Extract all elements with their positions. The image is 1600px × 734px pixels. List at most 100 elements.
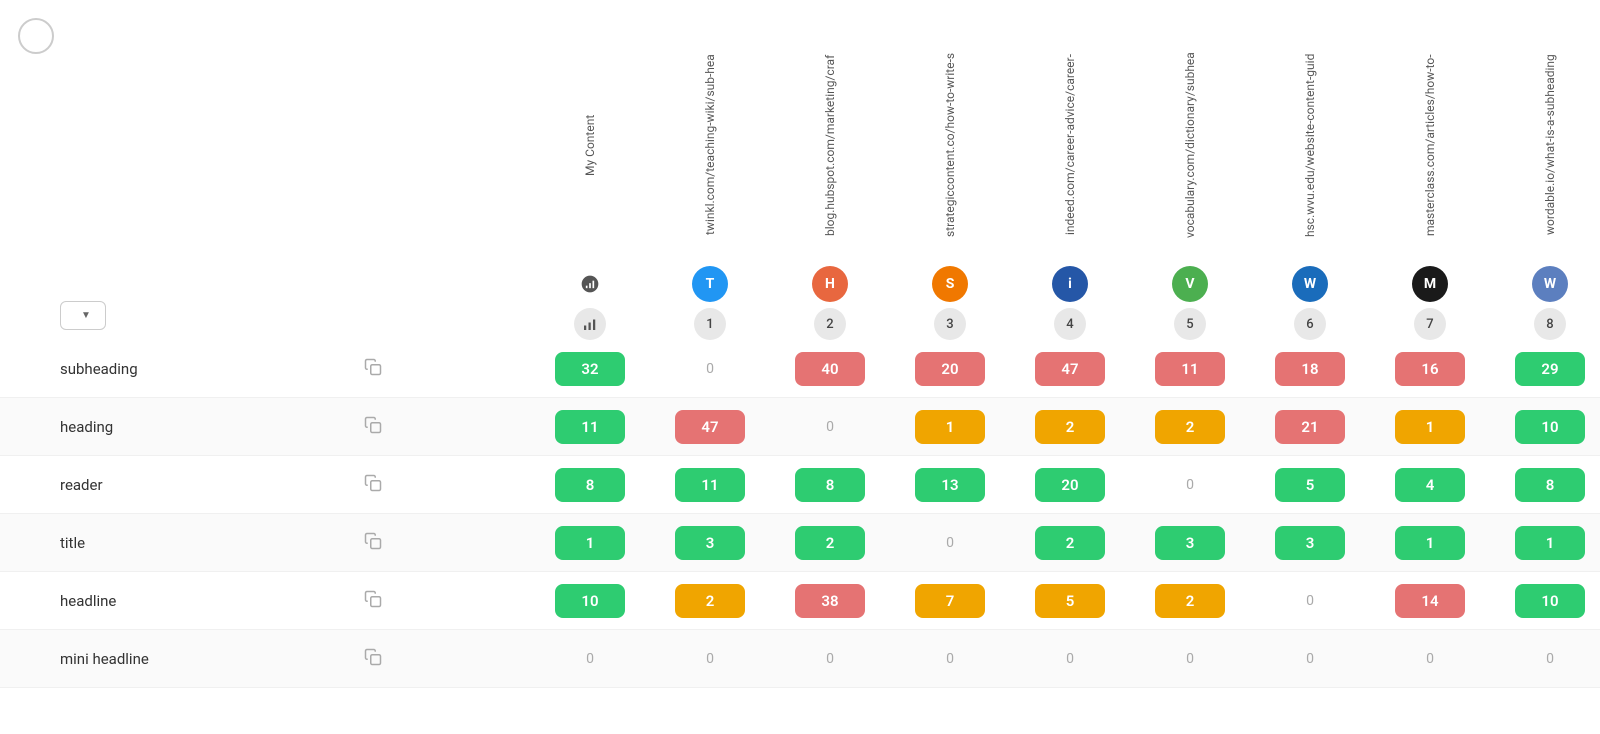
cell-title-0: 1	[530, 522, 650, 564]
column-icon-indeed: i	[1052, 266, 1088, 302]
column-header-strategic: strategiccontent.co/how-to-write-sS3	[890, 16, 1010, 340]
columns-header: My Contenttwinkl.com/teaching-wiki/sub-h…	[390, 0, 1600, 340]
cell-headline-2: 38	[770, 580, 890, 622]
column-icon-masterclass: M	[1412, 266, 1448, 302]
cell-headline-5: 2	[1130, 580, 1250, 622]
data-row-reader: 8118132005480	[390, 456, 1600, 514]
cell-heading-8: 10	[1490, 406, 1600, 448]
cell-headline-4: 5	[1010, 580, 1130, 622]
topic-row: reader	[0, 456, 390, 514]
rank-badge-my-content	[574, 308, 606, 340]
cell-subheading-0: 32	[530, 348, 650, 390]
copy-icon[interactable]	[364, 416, 390, 438]
cell-reader-8: 8	[1490, 464, 1600, 506]
topic-row: headline	[0, 572, 390, 630]
cell-reader-5: 0	[1130, 473, 1250, 497]
cell-mini headline-5: 0	[1130, 647, 1250, 671]
top-topics-button[interactable]: ▼	[60, 301, 106, 330]
cell-mini headline-1: 0	[650, 647, 770, 671]
rank-badge-vocabulary: 5	[1174, 308, 1206, 340]
cell-mini headline-8: 0	[1490, 647, 1600, 671]
close-button[interactable]	[18, 18, 54, 54]
data-row-headline: 10238752014100	[390, 572, 1600, 630]
topic-list: subheading heading reader title headline mini…	[0, 340, 390, 688]
rank-badge-indeed: 4	[1054, 308, 1086, 340]
cell-subheading-1: 0	[650, 357, 770, 381]
topic-label: subheading	[60, 360, 356, 378]
cell-title-1: 3	[650, 522, 770, 564]
column-url-vocabulary: vocabulary.com/dictionary/subhea	[1183, 16, 1197, 266]
column-url-hubspot: blog.hubspot.com/marketing/craf	[823, 16, 837, 266]
cell-reader-2: 8	[770, 464, 890, 506]
right-panel[interactable]: My Contenttwinkl.com/teaching-wiki/sub-h…	[390, 0, 1600, 734]
column-header-masterclass: masterclass.com/articles/how-to-M7	[1370, 16, 1490, 340]
column-url-twinkl: twinkl.com/teaching-wiki/sub-hea	[703, 16, 717, 266]
column-icon-hsc: W	[1292, 266, 1328, 302]
column-header-wordable: wordable.io/what-is-a-subheadingW8	[1490, 16, 1600, 340]
cell-heading-2: 0	[770, 415, 890, 439]
column-header-vocabulary: vocabulary.com/dictionary/subheaV5	[1130, 16, 1250, 340]
rank-badge-twinkl: 1	[694, 308, 726, 340]
cell-heading-4: 2	[1010, 406, 1130, 448]
cell-title-3: 0	[890, 531, 1010, 555]
column-url-wordable: wordable.io/what-is-a-subheading	[1543, 16, 1557, 266]
cell-headline-0: 10	[530, 580, 650, 622]
topic-row: mini headline	[0, 630, 390, 688]
cell-reader-6: 5	[1250, 464, 1370, 506]
cell-subheading-8: 29	[1490, 348, 1600, 390]
cell-subheading-4: 47	[1010, 348, 1130, 390]
left-header: ▼	[0, 0, 390, 340]
cell-headline-7: 14	[1370, 580, 1490, 622]
topic-label: mini headline	[60, 650, 356, 668]
rank-badge-strategic: 3	[934, 308, 966, 340]
topic-row: heading	[0, 398, 390, 456]
cell-title-2: 2	[770, 522, 890, 564]
cell-title-5: 3	[1130, 522, 1250, 564]
grid-header: My Contenttwinkl.com/teaching-wiki/sub-h…	[390, 0, 1600, 340]
cell-reader-3: 13	[890, 464, 1010, 506]
cell-heading-0: 11	[530, 406, 650, 448]
data-grid: 3204020471118162913114701222111068118132…	[390, 340, 1600, 688]
cell-heading-7: 1	[1370, 406, 1490, 448]
column-header-hsc: hsc.wvu.edu/website-content-guidW 6	[1250, 16, 1370, 340]
cell-subheading-2: 40	[770, 348, 890, 390]
cell-mini headline-4: 0	[1010, 647, 1130, 671]
data-row-mini-headline: 0000000000	[390, 630, 1600, 688]
cell-reader-4: 20	[1010, 464, 1130, 506]
topic-label: reader	[60, 476, 356, 494]
copy-icon[interactable]	[364, 590, 390, 612]
chevron-down-icon: ▼	[81, 310, 91, 321]
topic-row: subheading	[0, 340, 390, 398]
column-url-hsc: hsc.wvu.edu/website-content-guid	[1303, 16, 1317, 266]
topic-row: title	[0, 514, 390, 572]
copy-icon[interactable]	[364, 648, 390, 670]
column-header-twinkl: twinkl.com/teaching-wiki/sub-heaT1	[650, 16, 770, 340]
cell-subheading-3: 20	[890, 348, 1010, 390]
rank-badge-masterclass: 7	[1414, 308, 1446, 340]
cell-title-7: 1	[1370, 522, 1490, 564]
cell-heading-3: 1	[890, 406, 1010, 448]
cell-title-4: 2	[1010, 522, 1130, 564]
cell-mini headline-6: 0	[1250, 647, 1370, 671]
topic-label: title	[60, 534, 356, 552]
column-icon-hubspot: H	[812, 266, 848, 302]
cell-mini headline-7: 0	[1370, 647, 1490, 671]
column-url-indeed: indeed.com/career-advice/career-	[1063, 16, 1077, 266]
cell-headline-3: 7	[890, 580, 1010, 622]
cell-title-8: 1	[1490, 522, 1600, 564]
cell-headline-8: 10	[1490, 580, 1600, 622]
copy-icon[interactable]	[364, 532, 390, 554]
cell-subheading-6: 18	[1250, 348, 1370, 390]
cell-heading-1: 47	[650, 406, 770, 448]
data-row-subheading: 3204020471118162913	[390, 340, 1600, 398]
cell-headline-6: 0	[1250, 589, 1370, 613]
data-row-heading: 11470122211106	[390, 398, 1600, 456]
copy-icon[interactable]	[364, 474, 390, 496]
topic-label: headline	[60, 592, 356, 610]
column-header-hubspot: blog.hubspot.com/marketing/crafH2	[770, 16, 890, 340]
column-url-strategic: strategiccontent.co/how-to-write-s	[943, 16, 957, 266]
cell-reader-1: 11	[650, 464, 770, 506]
cell-mini headline-0: 0	[530, 647, 650, 671]
rank-badge-hsc: 6	[1294, 308, 1326, 340]
copy-icon[interactable]	[364, 358, 390, 380]
